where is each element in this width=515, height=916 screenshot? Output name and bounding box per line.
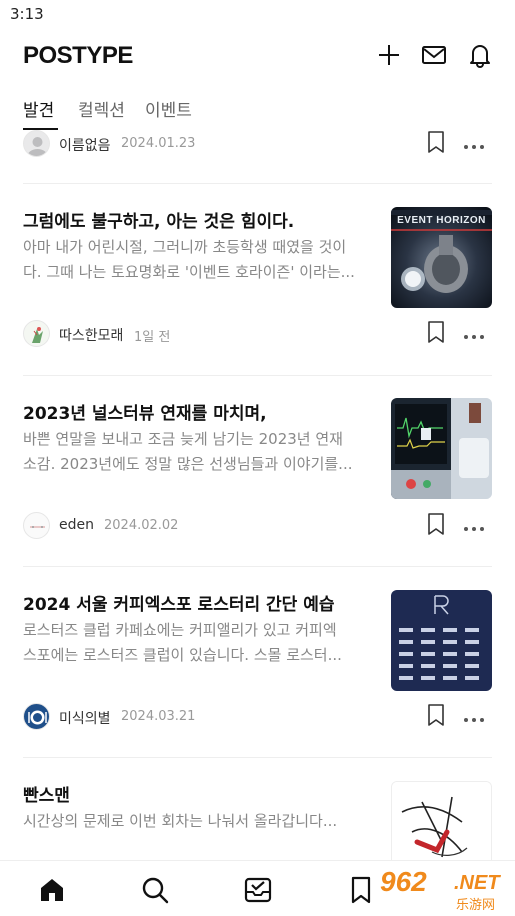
tab-event[interactable]: 이벤트 (145, 96, 192, 121)
post-feed[interactable]: 이름없음 2024.01.23 그럼에도 불구하고, 아는 것은 힘이다. 아마… (0, 130, 515, 860)
post-thumbnail[interactable]: EVENT HORIZON (391, 207, 492, 308)
post-excerpt: 바쁜 연말을 보내고 조금 늦게 남기는 2023년 연재 소감. 2023년에… (23, 430, 353, 473)
status-bar: 3:13 (0, 0, 515, 30)
tab-discover[interactable]: 발견 (23, 96, 54, 121)
tab-collection[interactable]: 컬렉션 (78, 96, 125, 121)
post-meta: 미식의별 2024.03.21 (0, 703, 515, 735)
bookmark-icon[interactable] (346, 875, 376, 905)
bookmark-icon[interactable] (426, 320, 446, 346)
tab-bar: 발견 컬렉션 이벤트 (0, 88, 515, 130)
post-date: 2024.03.21 (121, 709, 196, 724)
post-title[interactable]: 2024 서울 커피엑스포 로스터리 간단 예습 (23, 590, 373, 615)
avatar[interactable] (23, 320, 50, 347)
post-excerpt: 아마 내가 어린시절, 그러니까 초등학생 때였을 것이 다. 그때 나는 토요… (23, 238, 355, 281)
post-thumbnail[interactable] (391, 590, 492, 691)
avatar[interactable] (23, 703, 50, 730)
plus-icon[interactable] (374, 40, 404, 70)
status-time: 3:13 (10, 5, 44, 23)
more-icon[interactable] (462, 136, 486, 150)
inbox-check-icon[interactable] (243, 875, 273, 905)
post-title[interactable]: 2023년 널스터뷰 연재를 마치며, (23, 399, 373, 424)
post-meta: eden 2024.02.02 (0, 512, 515, 544)
post-meta: 따스한모래 1일 전 (0, 320, 515, 352)
watermark-suffix: .NET (454, 872, 500, 894)
post-excerpt: 시간상의 문제로 이번 회차는 나눠서 올라갑니다... (23, 812, 338, 830)
bookmark-icon[interactable] (426, 512, 446, 538)
divider (23, 183, 492, 184)
app-logo: POSTYPE (23, 42, 133, 69)
author-name[interactable]: 따스한모래 (59, 325, 123, 345)
more-icon[interactable] (462, 518, 486, 532)
post-date: 2024.01.23 (121, 136, 196, 151)
thumb-caption: EVENT HORIZON (397, 215, 486, 226)
author-name[interactable]: 미식의별 (59, 708, 111, 728)
watermark-logo: 962 .NET 乐游网 (376, 866, 515, 914)
avatar[interactable] (23, 130, 50, 157)
post-thumbnail[interactable] (391, 398, 492, 499)
watermark-sub: 乐游网 (456, 898, 496, 913)
more-icon[interactable] (462, 326, 486, 340)
more-icon[interactable] (462, 709, 486, 723)
author-name[interactable]: eden (59, 517, 94, 533)
home-icon[interactable] (37, 875, 67, 905)
avatar[interactable] (23, 512, 50, 539)
bookmark-icon[interactable] (426, 703, 446, 729)
post-thumbnail[interactable] (391, 781, 492, 860)
mail-icon[interactable] (419, 40, 449, 70)
divider (23, 566, 492, 567)
post-excerpt: 로스터즈 클럽 카페쇼에는 커피앨리가 있고 커피엑 스포에는 로스터즈 클럽이… (23, 621, 342, 664)
watermark-number: 962 (380, 866, 427, 897)
search-icon[interactable] (140, 875, 170, 905)
post-date: 1일 전 (134, 330, 171, 345)
author-name[interactable]: 이름없음 (59, 135, 111, 155)
post-meta: 이름없음 2024.01.23 (0, 130, 515, 162)
divider (23, 757, 492, 758)
bell-icon[interactable] (465, 40, 495, 70)
post-title[interactable]: 그럼에도 불구하고, 아는 것은 힘이다. (23, 207, 373, 232)
app-header: POSTYPE (0, 30, 515, 80)
divider (23, 375, 492, 376)
bookmark-icon[interactable] (426, 130, 446, 156)
post-date: 2024.02.02 (104, 518, 179, 533)
post-title[interactable]: 빤스맨 (23, 781, 373, 806)
